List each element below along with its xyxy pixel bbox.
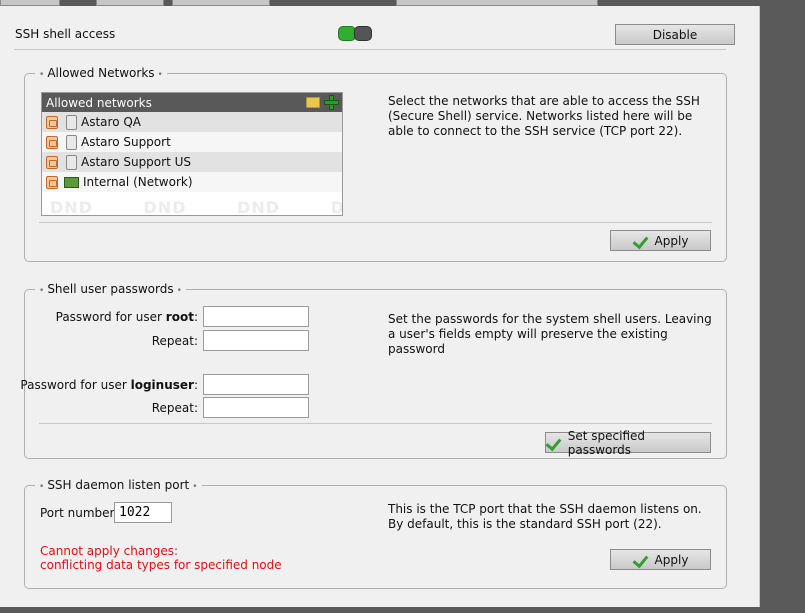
root-password-label-prefix: Password for user bbox=[55, 310, 166, 324]
error-line-1: Cannot apply changes: bbox=[40, 544, 179, 558]
allowed-networks-description: Select the networks that are able to acc… bbox=[388, 94, 700, 138]
host-icon bbox=[66, 114, 77, 130]
add-icon[interactable] bbox=[324, 95, 339, 110]
list-header: Allowed networks bbox=[42, 93, 342, 112]
list-header-label: Allowed networks bbox=[46, 95, 152, 110]
loginuser-password-field[interactable] bbox=[203, 374, 309, 395]
allowed-networks-group: Allowed Networks Allowed networks Astaro… bbox=[24, 65, 727, 262]
error-line-2: conflicting data types for specified nod… bbox=[40, 558, 282, 572]
loginuser-username: loginuser bbox=[130, 378, 194, 392]
listen-port-legend: SSH daemon listen port bbox=[35, 477, 202, 495]
group-divider bbox=[39, 423, 712, 424]
listen-port-description: This is the TCP port that the SSH daemon… bbox=[388, 502, 702, 531]
root-password-field[interactable] bbox=[203, 306, 309, 327]
check-icon bbox=[633, 553, 649, 567]
check-icon bbox=[546, 436, 562, 450]
host-icon bbox=[66, 154, 77, 170]
apply-label: Apply bbox=[654, 552, 689, 567]
allowed-networks-legend: Allowed Networks bbox=[35, 65, 167, 83]
list-item[interactable]: Internal (Network) bbox=[42, 172, 342, 192]
ssh-access-label: SSH shell access bbox=[15, 27, 116, 41]
host-icon bbox=[66, 134, 77, 150]
main-panel: SSH shell access Disable Allowed Network… bbox=[0, 6, 760, 607]
list-item[interactable]: Astaro Support bbox=[42, 132, 342, 152]
root-username: root bbox=[165, 310, 194, 324]
delete-icon[interactable] bbox=[46, 155, 58, 169]
error-message: Cannot apply changes: conflicting data t… bbox=[40, 544, 282, 572]
loginuser-repeat-field[interactable] bbox=[203, 397, 309, 418]
delete-icon[interactable] bbox=[46, 115, 58, 129]
apply-label: Apply bbox=[654, 233, 689, 248]
root-repeat-label: Repeat: bbox=[151, 334, 198, 348]
network-icon bbox=[64, 176, 79, 188]
list-item-label: Astaro Support US bbox=[81, 155, 191, 169]
list-item-label: Internal (Network) bbox=[83, 175, 193, 189]
disable-button[interactable]: Disable bbox=[615, 24, 735, 45]
shell-passwords-group: Shell user passwords Password for user r… bbox=[20, 281, 727, 459]
loginuser-password-label: Password for user loginuser: bbox=[20, 378, 198, 392]
port-number-field[interactable] bbox=[114, 502, 172, 523]
root-password-label: Password for user root: bbox=[55, 310, 198, 324]
apply-networks-button[interactable]: Apply bbox=[610, 230, 711, 251]
toggle-off-indicator bbox=[354, 26, 372, 41]
dnd-watermark: DND DND DND DND bbox=[50, 198, 343, 216]
delete-icon[interactable] bbox=[46, 175, 58, 189]
list-item-label: Astaro Support bbox=[81, 135, 171, 149]
group-divider bbox=[39, 222, 712, 223]
root-repeat-field[interactable] bbox=[203, 330, 309, 351]
list-item[interactable]: Astaro QA bbox=[42, 112, 342, 132]
set-passwords-button[interactable]: Set specified passwords bbox=[545, 429, 711, 457]
list-items: Astaro QA Astaro Support Astaro Support … bbox=[42, 112, 342, 192]
check-icon bbox=[633, 234, 649, 248]
list-item[interactable]: Astaro Support US bbox=[42, 152, 342, 172]
loginuser-password-label-prefix: Password for user bbox=[20, 378, 131, 392]
listen-port-group: SSH daemon listen port Port number: This… bbox=[24, 477, 727, 589]
shell-passwords-legend: Shell user passwords bbox=[35, 281, 186, 299]
apply-port-button[interactable]: Apply bbox=[610, 549, 711, 570]
delete-icon[interactable] bbox=[46, 135, 58, 149]
allowed-networks-list[interactable]: Allowed networks Astaro QA Astaro Suppor… bbox=[41, 92, 343, 216]
folder-icon[interactable] bbox=[306, 97, 320, 108]
shell-passwords-description: Set the passwords for the system shell u… bbox=[388, 312, 712, 356]
loginuser-repeat-label: Repeat: bbox=[151, 401, 198, 415]
list-item-label: Astaro QA bbox=[81, 115, 141, 129]
divider bbox=[14, 49, 726, 50]
set-passwords-label: Set specified passwords bbox=[567, 428, 646, 457]
port-number-label: Port number: bbox=[40, 506, 119, 520]
ssh-access-toggle[interactable] bbox=[338, 26, 372, 42]
